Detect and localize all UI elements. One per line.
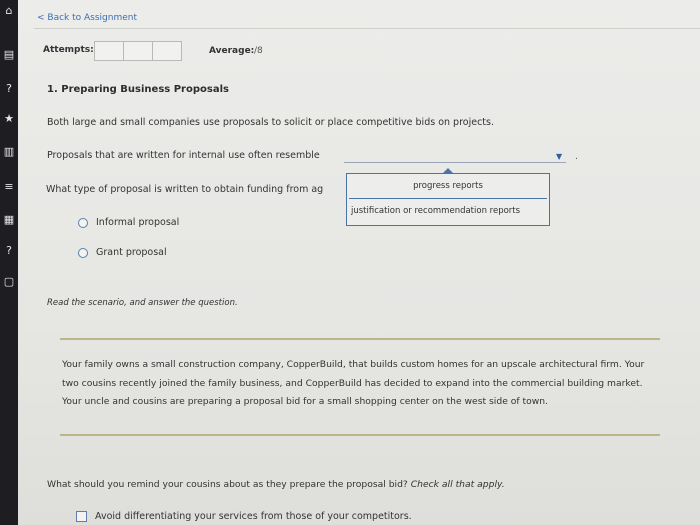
radio-option-informal[interactable]: Informal proposal [78,217,179,228]
question-description: Both large and small companies use propo… [47,117,494,128]
attempts-label: Attempts: [43,45,94,55]
blank-dropdown[interactable] [344,162,566,163]
layers-icon[interactable]: ≡ [2,180,16,194]
radio-button[interactable] [78,217,88,228]
scenario-divider-bottom [60,434,660,436]
sentence-period: . [575,152,578,162]
back-to-assignment-link[interactable]: < Back to Assignment [37,13,137,23]
star-icon[interactable]: ★ [2,112,16,126]
calculator-icon[interactable]: ▦ [2,213,16,227]
book-icon[interactable]: ▥ [2,145,16,159]
radio-label: Grant proposal [96,247,167,258]
main-content: < Back to Assignment Attempts: Average: … [18,0,700,525]
attempt-box [152,41,182,61]
average-value: /8 [254,46,263,56]
attempts-boxes [94,41,182,61]
scenario-intro: Read the scenario, and answer the questi… [47,298,238,308]
checkbox-label: Avoid differentiating your services from… [95,511,412,522]
check-all-prompt: What should you remind your cousins abou… [47,479,408,490]
dropdown-option-justification-reports[interactable]: justification or recommendation reports [349,200,547,223]
radio-option-grant[interactable]: Grant proposal [78,247,167,258]
home-icon[interactable]: ⌂ [2,4,16,18]
funding-question: What type of proposal is written to obta… [46,184,324,195]
average-label: Average: [209,46,255,56]
help-circle-icon[interactable]: ? [2,82,16,96]
dropdown-option-progress-reports[interactable]: progress reports [349,175,547,199]
left-sidebar: ⌂ ▤ ? ★ ▥ ≡ ▦ ? ▢ [0,0,18,525]
check-all-question: What should you remind your cousins abou… [47,479,505,490]
checkbox-option[interactable]: Avoid differentiating your services from… [76,511,412,522]
attempt-box [123,41,153,61]
question-title: 1. Preparing Business Proposals [47,84,229,95]
chat-icon[interactable]: ▢ [2,275,16,289]
radio-label: Informal proposal [96,217,180,228]
dropdown-menu: progress reports justification or recomm… [346,168,550,226]
fill-blank-prompt: Proposals that are written for internal … [47,150,320,161]
header-divider [34,28,700,29]
scenario-text: Your family owns a small construction co… [62,359,645,407]
scenario-divider-top [60,338,660,340]
assignment-icon[interactable]: ▤ [2,48,16,62]
dropdown-caret [443,168,453,173]
attempt-box [94,41,124,61]
checkbox[interactable] [76,511,87,522]
question-icon[interactable]: ? [2,244,16,258]
radio-button[interactable] [78,247,88,258]
chevron-down-icon[interactable]: ▼ [556,152,562,161]
check-all-instruction: Check all that apply. [410,479,505,490]
